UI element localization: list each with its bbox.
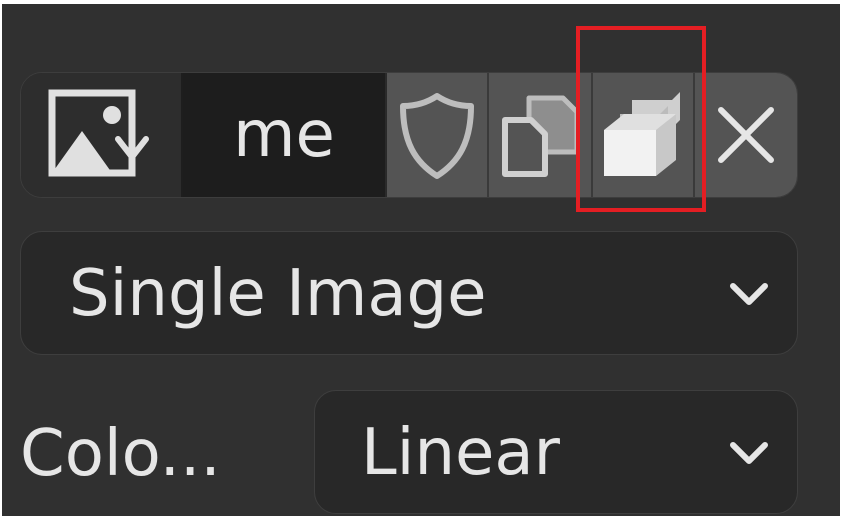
image-name-field[interactable]: me: [183, 73, 385, 197]
color-space-dropdown[interactable]: Linear: [314, 390, 798, 514]
image-name-text: me: [233, 98, 335, 172]
chevron-down-icon: [730, 283, 768, 305]
color-space-label: Colo...: [20, 417, 221, 491]
image-properties-panel: me Single Image Colo... Linear: [2, 4, 840, 516]
chevron-down-icon: [730, 442, 768, 464]
close-icon: [718, 107, 774, 163]
stacked-boxes-icon: [604, 92, 680, 176]
browse-image-button[interactable]: [21, 73, 183, 197]
duplicate-image-button[interactable]: [489, 73, 593, 197]
image-source-value: Single Image: [69, 257, 487, 331]
make-single-user-button[interactable]: [593, 73, 695, 197]
image-browse-icon: [48, 89, 149, 177]
color-space-value: Linear: [361, 416, 560, 490]
fake-user-button[interactable]: [387, 73, 489, 197]
duplicate-icon: [502, 95, 580, 177]
shield-icon: [400, 93, 474, 179]
image-datablock-row: me: [20, 72, 798, 198]
unlink-image-button[interactable]: [695, 73, 797, 197]
image-source-dropdown[interactable]: Single Image: [20, 231, 798, 355]
